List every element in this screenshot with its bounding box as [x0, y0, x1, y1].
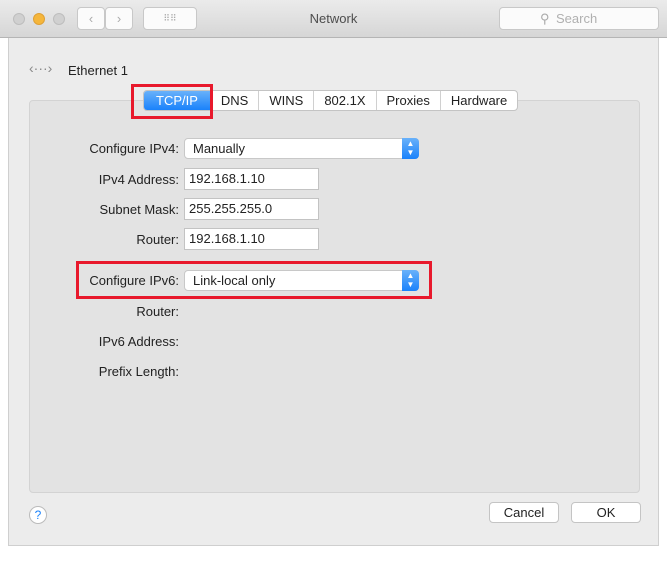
ipv6-router-label: Router: [136, 304, 179, 319]
router-label: Router: [136, 232, 179, 247]
ethernet-icon: ‹···› [29, 60, 53, 76]
configure-ipv4-select[interactable]: Manually ▲ ▼ [184, 138, 419, 159]
ipv4-address-label: IPv4 Address: [98, 172, 179, 187]
interface-name: Ethernet 1 [68, 63, 128, 78]
configure-ipv4-value: Manually [193, 141, 246, 156]
ok-button[interactable]: OK [571, 502, 641, 523]
subnet-mask-label: Subnet Mask: [99, 202, 180, 217]
configure-ipv6-label: Configure IPv6: [89, 273, 179, 288]
tcpip-highlight [131, 84, 213, 119]
prefix-length-label: Prefix Length: [98, 364, 179, 379]
tab-dns[interactable]: DNS [211, 91, 260, 110]
stepper-icon: ▲ ▼ [402, 138, 419, 159]
tcpip-sheet: ‹···› Ethernet 1 TCP/IP DNS WINS 802.1X … [8, 38, 659, 546]
configure-ipv6-select[interactable]: Link-local only ▲ ▼ [184, 270, 419, 291]
ipv4-address-field[interactable]: 192.168.1.10 [184, 168, 319, 190]
stepper-icon: ▲ ▼ [402, 270, 419, 291]
search-icon: ⚲ [540, 11, 550, 26]
tab-wins[interactable]: WINS [259, 91, 315, 110]
router-field[interactable]: 192.168.1.10 [184, 228, 319, 250]
configure-ipv6-value: Link-local only [193, 273, 276, 288]
help-button[interactable]: ? [29, 506, 47, 524]
search-input[interactable]: ⚲ Search [499, 7, 659, 30]
configure-ipv4-label: Configure IPv4: [89, 141, 179, 156]
subnet-mask-field[interactable]: 255.255.255.0 [184, 198, 319, 220]
ipv6-address-label: IPv6 Address: [98, 334, 179, 349]
cancel-button[interactable]: Cancel [489, 502, 559, 523]
search-placeholder: Search [556, 11, 598, 26]
tab-proxies[interactable]: Proxies [377, 91, 441, 110]
tab-8021x[interactable]: 802.1X [314, 91, 377, 110]
title-bar: ‹ › ⠿⠿ Network ⚲ Search [0, 0, 667, 38]
tab-hardware[interactable]: Hardware [441, 91, 517, 110]
